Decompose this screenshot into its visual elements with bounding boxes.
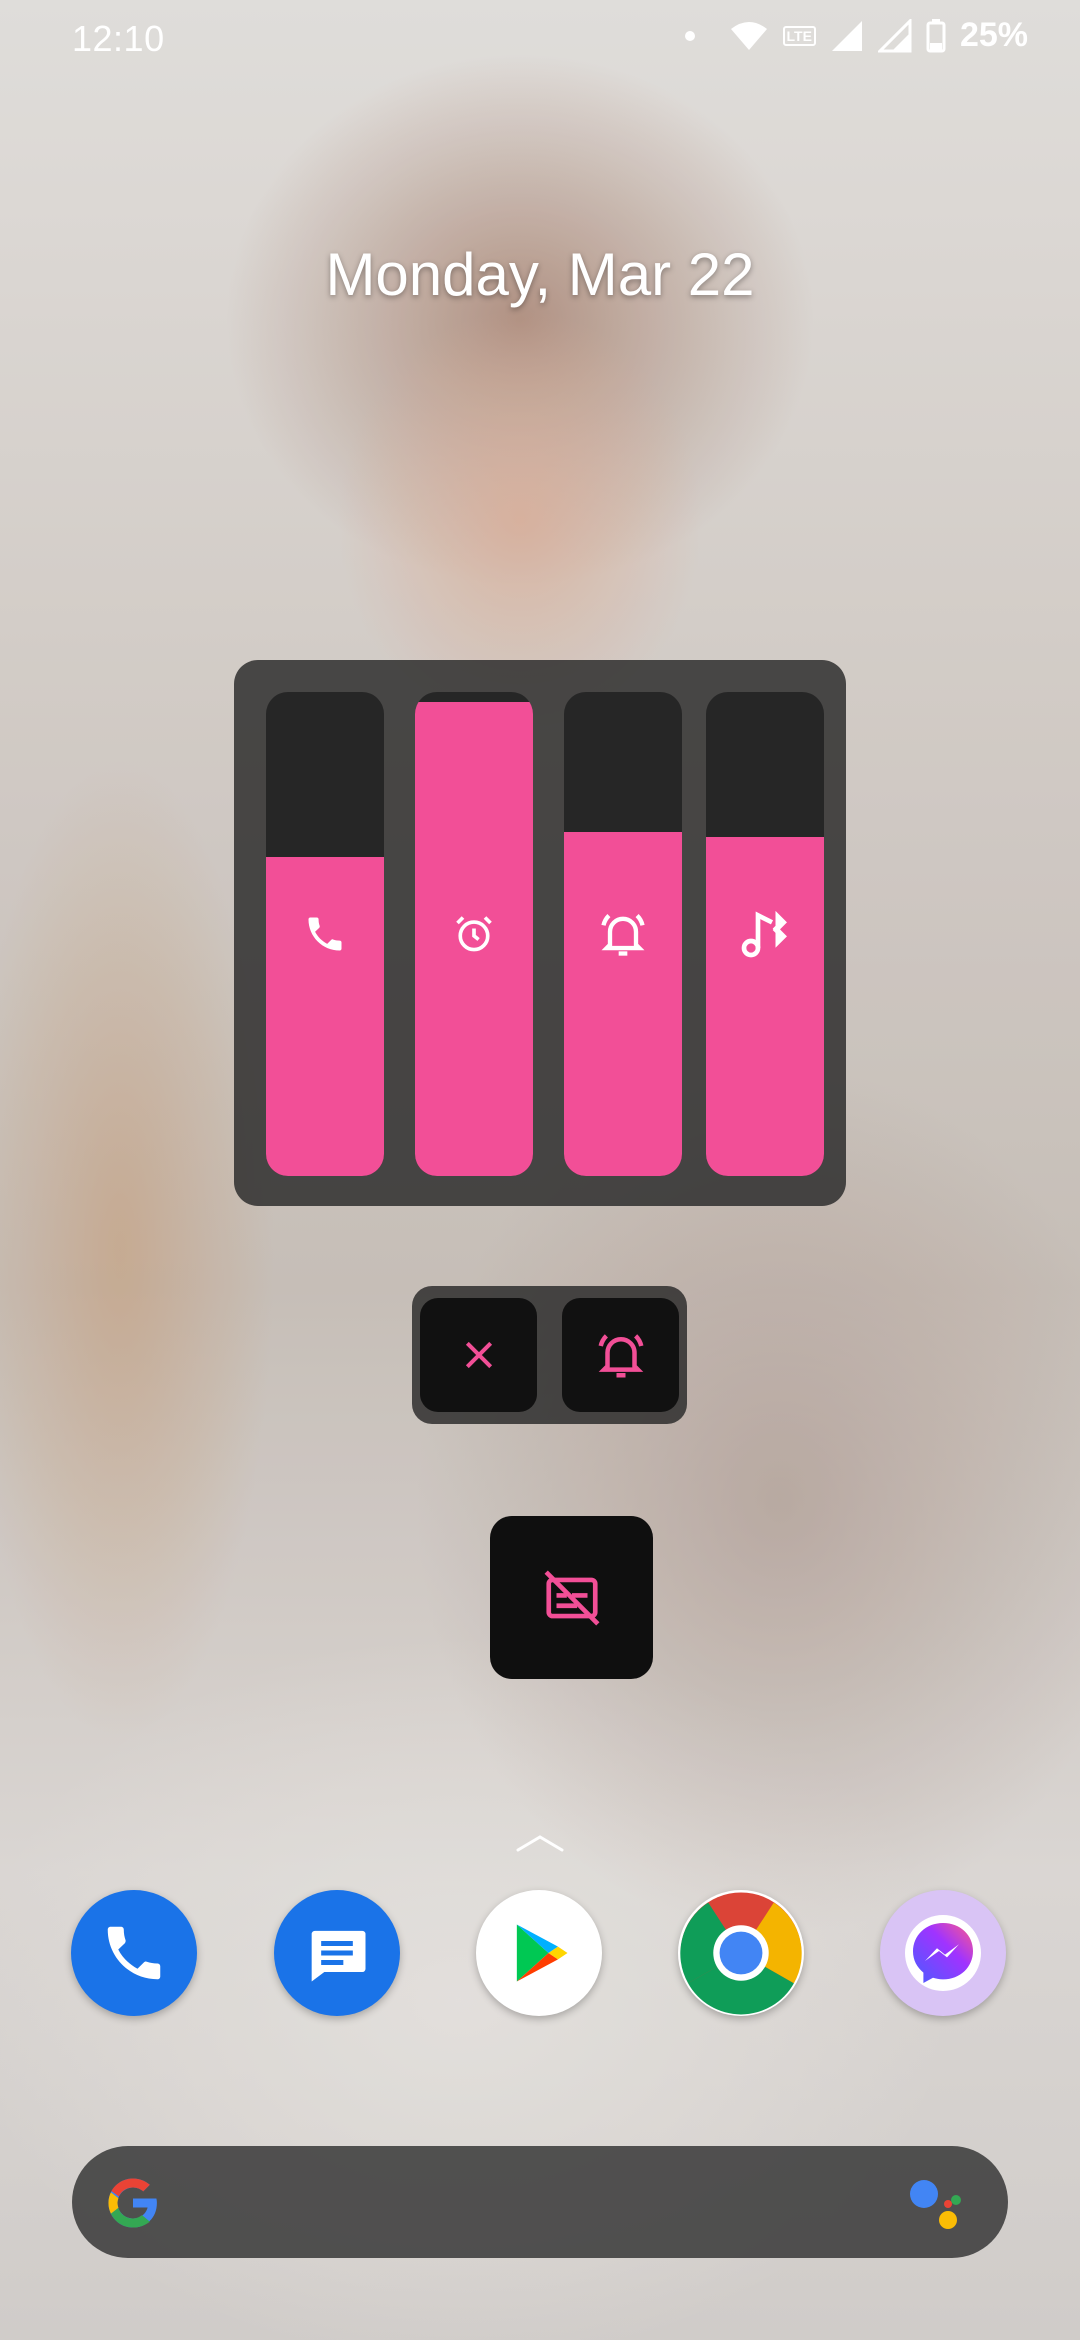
battery-percent: 25% — [959, 16, 1028, 54]
ring-bell-icon — [598, 1334, 643, 1378]
music-bluetooth-icon — [706, 910, 824, 958]
ring-volume-slider[interactable] — [564, 692, 682, 1176]
wifi-icon — [730, 21, 767, 50]
messages-app-icon[interactable] — [274, 1890, 400, 2016]
call-volume-slider[interactable] — [266, 692, 384, 1176]
google-g-icon — [108, 2178, 159, 2228]
ringer-panel — [412, 1286, 687, 1424]
slider-fill — [706, 837, 824, 1176]
alarm-clock-icon — [415, 912, 533, 956]
date-label[interactable]: Monday, Mar 22 — [0, 240, 1080, 309]
ringer-mode-button[interactable] — [562, 1298, 679, 1412]
captions-off-icon — [544, 1570, 599, 1625]
ring-bell-icon — [564, 912, 682, 956]
chrome-icon[interactable] — [678, 1890, 804, 2016]
status-time: 12:10 — [72, 18, 165, 59]
messenger-icon[interactable] — [880, 1890, 1006, 2016]
slider-fill — [564, 832, 682, 1176]
status-bar: 12:10 LTE 25% — [0, 0, 1080, 80]
alarm-volume-slider[interactable] — [415, 692, 533, 1176]
signal-icon — [831, 20, 862, 51]
signal-icon — [877, 18, 912, 52]
close-icon — [465, 1341, 492, 1369]
slider-fill — [266, 856, 384, 1176]
volume-panel — [234, 660, 846, 1206]
media-volume-slider[interactable] — [706, 692, 824, 1176]
app-drawer-arrow-icon[interactable] — [515, 1832, 565, 1854]
phone-icon — [266, 912, 384, 956]
volte-icon: LTE — [782, 25, 816, 46]
close-button[interactable] — [420, 1298, 537, 1412]
assistant-icon[interactable] — [908, 2176, 968, 2232]
captions-off-button[interactable] — [490, 1516, 653, 1679]
google-search-bar[interactable] — [72, 2146, 1008, 2258]
dot-icon — [684, 30, 695, 41]
phone-app-icon[interactable] — [71, 1890, 197, 2016]
battery-icon — [926, 18, 946, 52]
play-store-icon[interactable] — [476, 1890, 602, 2016]
status-icons: LTE 25% — [684, 16, 1028, 55]
